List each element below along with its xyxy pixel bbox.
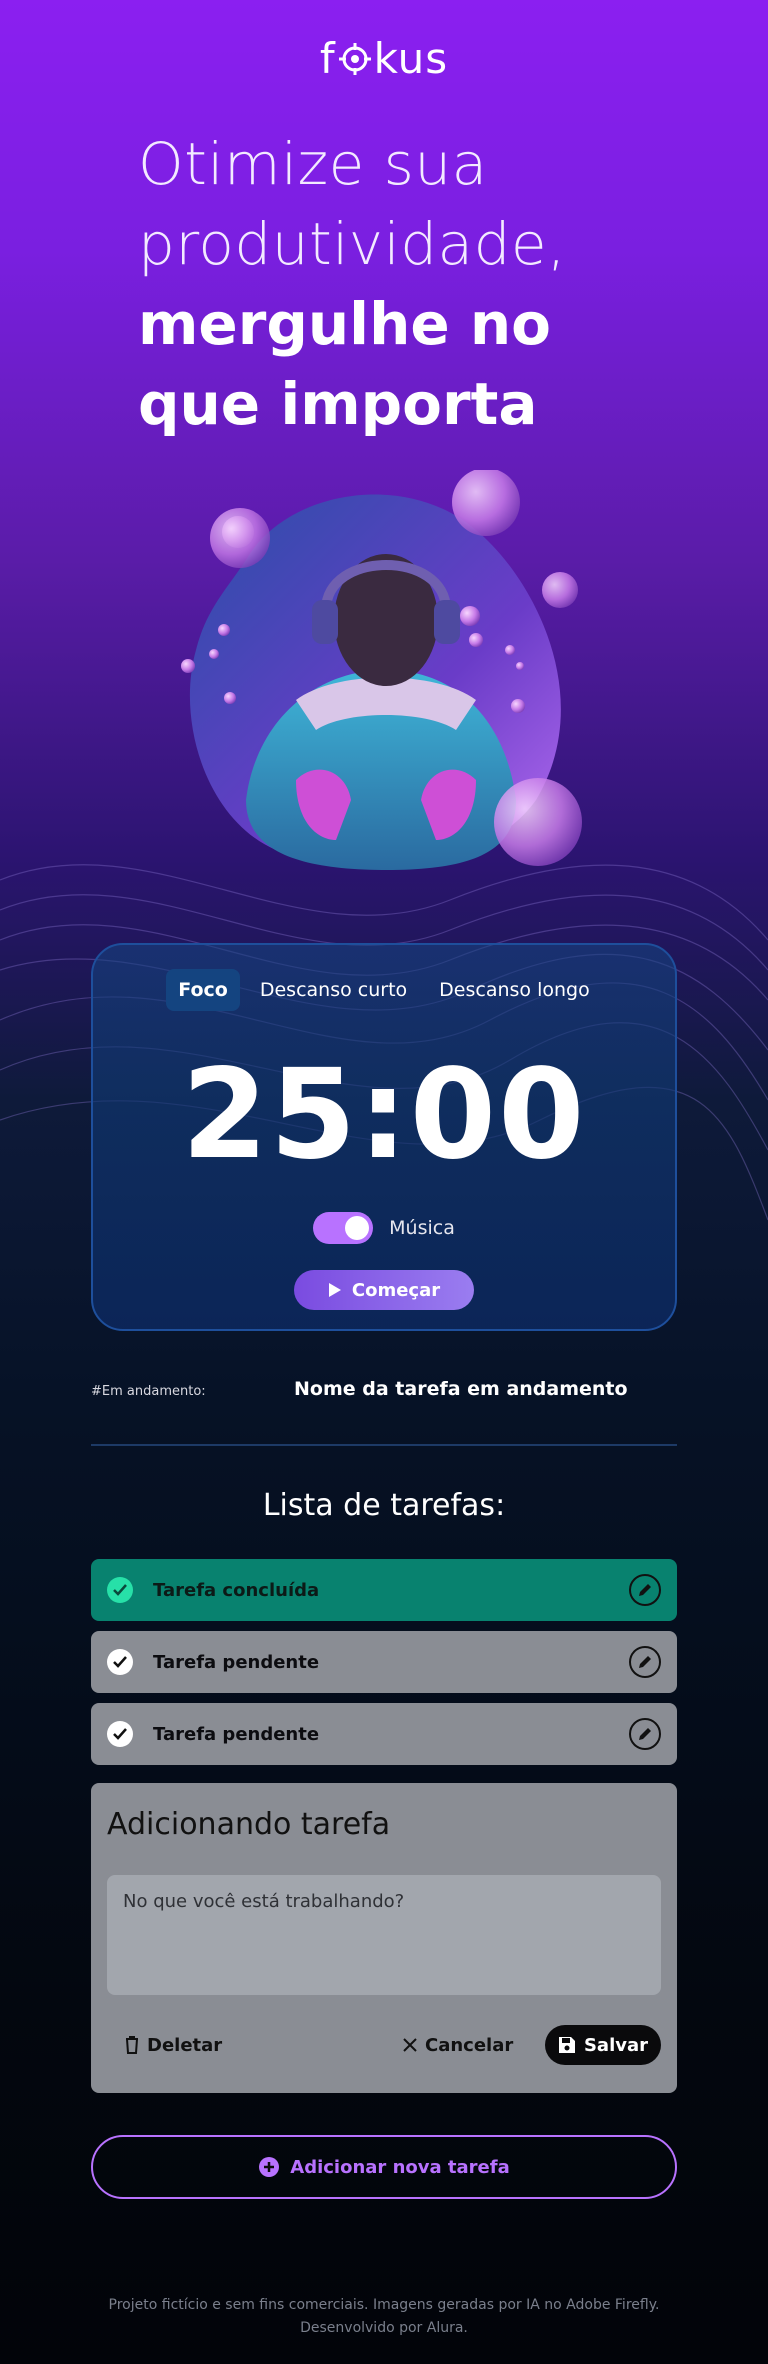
- in-progress-label: #Em andamento:: [91, 1384, 206, 1399]
- hero-heading: Otimize sua produtividade, mergulhe no q…: [138, 124, 698, 444]
- start-button[interactable]: Começar: [294, 1270, 474, 1310]
- check-circle-icon[interactable]: [107, 1577, 133, 1603]
- target-icon: [338, 42, 371, 75]
- divider: [91, 1444, 677, 1446]
- task-item-done[interactable]: Tarefa concluída: [91, 1559, 677, 1621]
- footer-line-1: Projeto fictício e sem fins comerciais. …: [108, 2297, 660, 2313]
- edit-pencil-icon[interactable]: [629, 1646, 661, 1678]
- fokus-logo[interactable]: f kus: [0, 34, 768, 83]
- in-progress-task: Nome da tarefa em andamento: [294, 1378, 628, 1400]
- timer-display: 25:00: [181, 1043, 587, 1187]
- edit-pencil-icon[interactable]: [629, 1574, 661, 1606]
- tab-descanso-curto[interactable]: Descanso curto: [248, 969, 419, 1011]
- form-actions: Deletar Cancelar Salvar: [107, 2025, 661, 2065]
- plus-circle-icon: [259, 2157, 280, 2177]
- add-task-button-label: Adicionar nova tarefa: [290, 2156, 510, 2178]
- footer-line-2: Desenvolvido por Alura.: [300, 2320, 468, 2336]
- hero-line-2: produtividade,: [138, 210, 567, 278]
- cancel-button[interactable]: Cancelar: [403, 2025, 513, 2065]
- save-icon: [558, 2037, 575, 2053]
- task-item-pending[interactable]: Tarefa pendente: [91, 1703, 677, 1765]
- close-icon: [403, 2038, 417, 2052]
- check-circle-icon[interactable]: [107, 1721, 133, 1747]
- cancel-button-label: Cancelar: [425, 2034, 514, 2056]
- add-task-form: Adicionando tarefa Deletar Cancelar Salv…: [91, 1783, 677, 2093]
- logo-suffix: kus: [373, 34, 449, 83]
- hero-illustration: [181, 470, 582, 870]
- task-label: Tarefa pendente: [153, 1723, 320, 1745]
- footer: Projeto fictício e sem fins comerciais. …: [0, 2294, 768, 2340]
- music-toggle-row: Música: [93, 1212, 675, 1244]
- task-item-pending[interactable]: Tarefa pendente: [91, 1631, 677, 1693]
- hero-line-4: que importa: [138, 370, 538, 438]
- in-progress-row: #Em andamento: Nome da tarefa em andamen…: [91, 1378, 677, 1408]
- task-list-title: Lista de tarefas:: [262, 1488, 506, 1523]
- start-button-label: Começar: [351, 1279, 441, 1301]
- delete-button-label: Deletar: [147, 2034, 223, 2056]
- save-button[interactable]: Salvar: [545, 2025, 661, 2065]
- add-task-button[interactable]: Adicionar nova tarefa: [91, 2135, 677, 2199]
- play-icon: [328, 1283, 341, 1297]
- delete-button[interactable]: Deletar: [125, 2025, 222, 2065]
- hero-line-1: Otimize sua: [138, 130, 488, 198]
- tab-descanso-longo[interactable]: Descanso longo: [427, 969, 602, 1011]
- toggle-knob: [345, 1216, 370, 1240]
- task-label: Tarefa pendente: [153, 1651, 320, 1673]
- timer-card: Foco Descanso curto Descanso longo 25:00…: [91, 943, 677, 1331]
- timer-tabs: Foco Descanso curto Descanso longo: [93, 969, 675, 1011]
- task-description-input[interactable]: [107, 1875, 661, 1995]
- trash-icon: [126, 2036, 138, 2054]
- music-label: Música: [389, 1217, 455, 1239]
- hero-line-3: mergulhe no: [138, 290, 552, 358]
- check-circle-icon[interactable]: [107, 1649, 133, 1675]
- music-toggle[interactable]: [313, 1212, 374, 1244]
- task-label: Tarefa concluída: [153, 1579, 320, 1601]
- form-title: Adicionando tarefa: [107, 1807, 391, 1842]
- tab-foco[interactable]: Foco: [166, 969, 240, 1011]
- edit-pencil-icon[interactable]: [629, 1718, 661, 1750]
- logo-prefix: f: [319, 34, 336, 83]
- save-button-label: Salvar: [583, 2034, 649, 2056]
